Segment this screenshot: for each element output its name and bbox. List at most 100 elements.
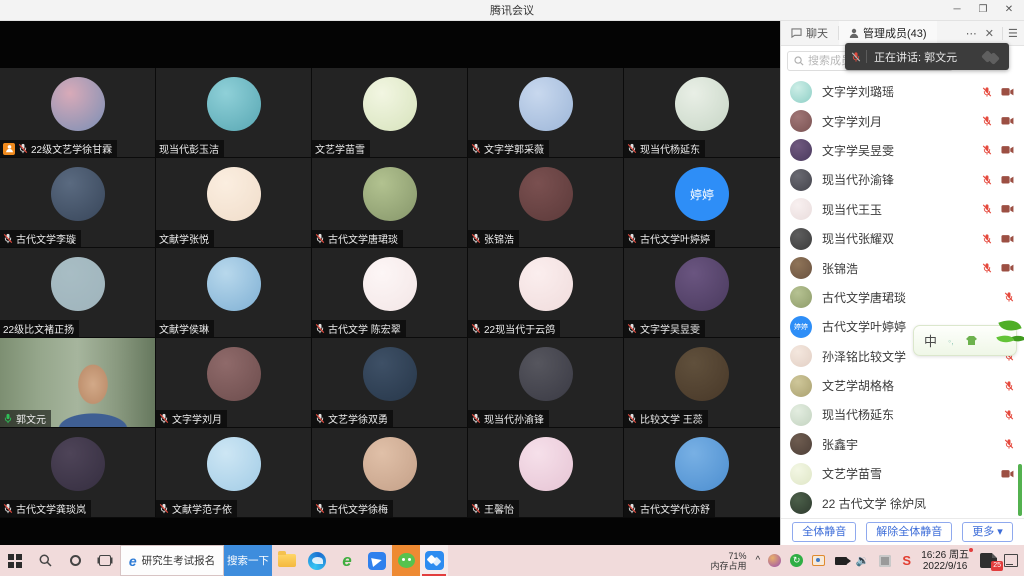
ime-skin-icon[interactable] [965, 335, 978, 346]
member-row[interactable]: 文字学吴昱雯 [781, 136, 1024, 165]
camera-off-icon[interactable] [1001, 175, 1014, 185]
mic-muted-icon[interactable] [982, 233, 992, 245]
participant-name: 张锦浩 [484, 231, 514, 246]
tab-members[interactable]: 管理成员(43) [839, 21, 937, 45]
camera-off-icon[interactable] [1001, 204, 1014, 214]
minimize-button[interactable]: ─ [944, 0, 970, 21]
member-row[interactable]: 现当代王玉 [781, 195, 1024, 224]
member-row[interactable]: 文艺学胡格格 [781, 371, 1024, 400]
camera-off-icon[interactable] [1001, 469, 1014, 479]
wechat-button[interactable] [392, 545, 420, 576]
taskbar-clock[interactable]: 16:26 周五 2022/9/16 [921, 550, 973, 572]
qq-tray-icon[interactable] [767, 553, 782, 568]
mic-muted-icon[interactable] [982, 86, 992, 98]
video-tile[interactable]: 王馨怡 [468, 428, 624, 518]
cortana-button[interactable] [60, 545, 90, 576]
member-row[interactable]: 古代文学唐珺琰 [781, 283, 1024, 312]
task-view-button[interactable] [90, 545, 120, 576]
video-tile[interactable]: 22级文艺学徐甘霖 [0, 68, 156, 158]
participant-name: 文字学刘月 [172, 411, 222, 426]
ime-mode-toggle[interactable]: 中 [924, 331, 937, 350]
search-go-button[interactable]: 搜索一下 [224, 545, 272, 576]
video-tile[interactable]: 文献学张悦 [156, 158, 312, 248]
maximize-button[interactable]: ❐ [970, 0, 996, 21]
video-tile[interactable]: 文字学吴昱雯 [624, 248, 780, 338]
video-tile[interactable]: 比较文学 王蕊 [624, 338, 780, 428]
video-tile[interactable]: 古代文学代亦舒 [624, 428, 780, 518]
video-tile[interactable]: 文字学郭采薇 [468, 68, 624, 158]
member-row[interactable]: 张鑫宇 [781, 430, 1024, 459]
action-center-icon[interactable] [1004, 554, 1018, 567]
screenshot-tray-icon[interactable] [811, 553, 826, 568]
tim-button[interactable] [362, 545, 392, 576]
member-row[interactable]: 文字学刘璐瑶 [781, 77, 1024, 106]
video-tile[interactable]: 婷婷 古代文学叶婷婷 [624, 158, 780, 248]
video-tile[interactable]: 22现当代于云鸽 [468, 248, 624, 338]
notification-tray-icon[interactable]: 25 [980, 553, 997, 568]
mic-muted-icon[interactable] [982, 262, 992, 274]
camera-off-icon[interactable] [1001, 116, 1014, 126]
camera-off-icon[interactable] [1001, 145, 1014, 155]
video-tile[interactable]: 文献学侯琳 [156, 248, 312, 338]
video-tile[interactable]: 现当代孙渝锋 [468, 338, 624, 428]
tencent-meeting-button[interactable] [420, 545, 448, 576]
panel-more-button[interactable]: ⋯ [966, 27, 977, 40]
360-tray-icon[interactable]: ↻ [789, 553, 804, 568]
camera-off-icon[interactable] [1001, 234, 1014, 244]
video-tile[interactable]: 古代文学李璇 [0, 158, 156, 248]
member-row[interactable]: 现当代孙渝锋 [781, 165, 1024, 194]
panel-menu-icon[interactable]: ☰ [1002, 27, 1018, 40]
camera-tray-icon[interactable] [833, 553, 848, 568]
ime-tray-icon[interactable] [877, 553, 892, 568]
member-row[interactable]: 文字学刘月 [781, 106, 1024, 135]
ime-toolbar[interactable]: 中 ◦, [913, 325, 1017, 356]
volume-tray-icon[interactable]: 🔉 [855, 553, 870, 568]
video-tile[interactable]: 张锦浩 [468, 158, 624, 248]
member-row[interactable]: 现当代张耀双 [781, 224, 1024, 253]
sogou-tray-icon[interactable]: S [899, 553, 914, 568]
tencent-meeting-icon [425, 551, 444, 570]
mic-muted-icon[interactable] [982, 144, 992, 156]
start-button[interactable] [0, 545, 30, 576]
close-button[interactable]: ✕ [996, 0, 1022, 21]
mute-all-button[interactable]: 全体静音 [792, 522, 856, 542]
mic-muted-icon[interactable] [1004, 409, 1014, 421]
mic-muted-icon[interactable] [982, 115, 992, 127]
video-tile[interactable]: 文艺学苗雪 [312, 68, 468, 158]
member-list-scrollbar[interactable] [1018, 464, 1022, 516]
browser-search-box[interactable]: e 研究生考试报名 [120, 545, 224, 576]
mic-muted-icon[interactable] [982, 203, 992, 215]
video-tile[interactable]: 22级比文褚正扬 [0, 248, 156, 338]
video-tile[interactable]: 现当代彭玉洁 [156, 68, 312, 158]
video-tile[interactable]: 郭文元 [0, 338, 156, 428]
unmute-all-button[interactable]: 解除全体静音 [866, 522, 952, 542]
video-tile[interactable]: 文字学刘月 [156, 338, 312, 428]
tray-expand-chevron[interactable]: ^ [755, 555, 760, 566]
mic-muted-icon[interactable] [1004, 438, 1014, 450]
more-actions-button[interactable]: 更多 ▾ [962, 522, 1013, 542]
ime-punct-icon[interactable]: ◦, [948, 336, 954, 346]
member-row[interactable]: 张锦浩 [781, 253, 1024, 282]
mic-muted-icon[interactable] [1004, 291, 1014, 303]
video-tile[interactable]: 古代文学龚琰岚 [0, 428, 156, 518]
participant-name: 古代文学徐梅 [328, 501, 388, 516]
video-tile[interactable]: 文艺学徐双勇 [312, 338, 468, 428]
video-tile[interactable]: 现当代杨延东 [624, 68, 780, 158]
camera-off-icon[interactable] [1001, 263, 1014, 273]
tab-chat[interactable]: 聊天 [781, 21, 838, 45]
file-explorer-button[interactable] [272, 545, 302, 576]
member-row[interactable]: 现当代杨延东 [781, 400, 1024, 429]
video-tile[interactable]: 古代文学徐梅 [312, 428, 468, 518]
ie-green-button[interactable]: e [332, 545, 362, 576]
camera-off-icon[interactable] [1001, 87, 1014, 97]
edge-button[interactable] [302, 545, 332, 576]
member-row[interactable]: 文艺学苗雪 [781, 459, 1024, 488]
video-tile[interactable]: 古代文学唐珺琰 [312, 158, 468, 248]
mic-muted-icon[interactable] [982, 174, 992, 186]
member-row[interactable]: 22 古代文学 徐炉凤 [781, 488, 1024, 517]
video-tile[interactable]: 文献学范子依 [156, 428, 312, 518]
panel-close-button[interactable]: ✕ [985, 27, 994, 40]
taskbar-search-button[interactable] [30, 545, 60, 576]
mic-muted-icon[interactable] [1004, 380, 1014, 392]
video-tile[interactable]: 古代文学 陈宏翠 [312, 248, 468, 338]
